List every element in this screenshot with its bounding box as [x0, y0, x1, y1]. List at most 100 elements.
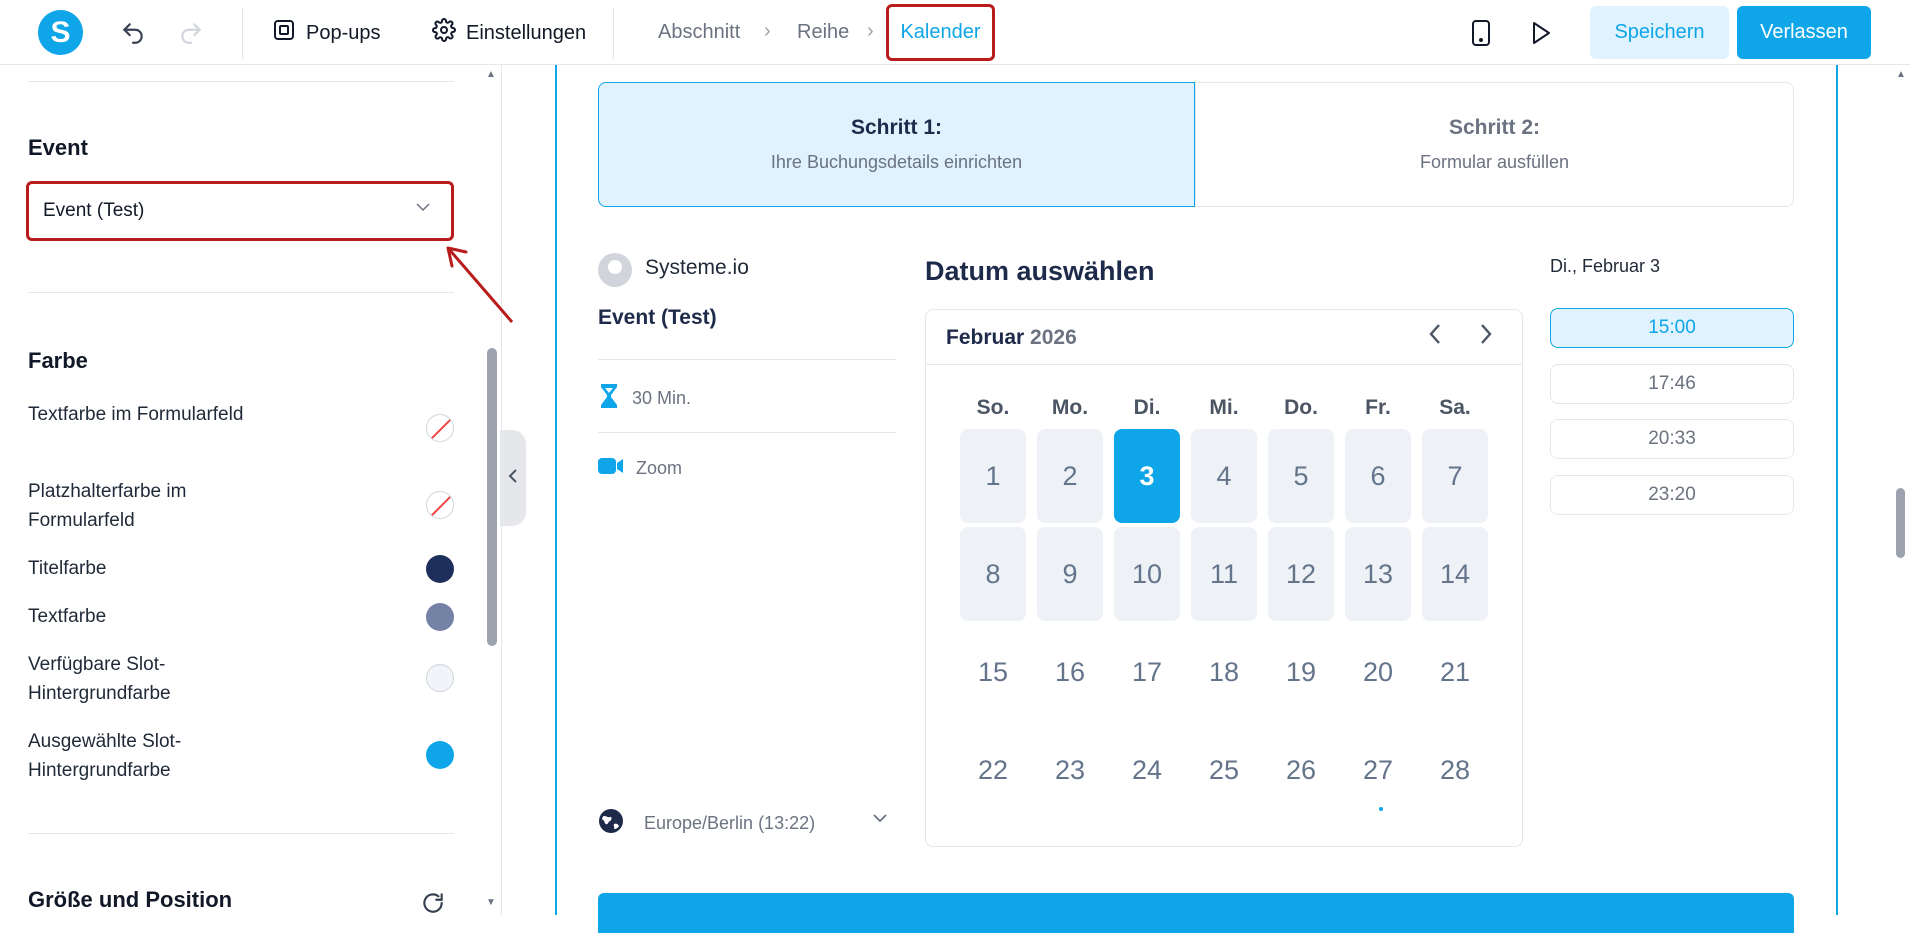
calendar-day: 26	[1285, 754, 1317, 785]
calendar-day: 20	[1362, 656, 1394, 687]
year-name: 2026	[1030, 326, 1077, 349]
color-row-title: Titelfarbe	[28, 554, 454, 583]
calendar-day[interactable]: 1	[960, 429, 1026, 523]
time-slot[interactable]: 23:20	[1550, 475, 1794, 515]
calendar-day: 22	[977, 754, 1009, 785]
step-2-card[interactable]: Schritt 2: Formular ausfüllen	[1195, 82, 1794, 207]
weekday-header: So.	[976, 396, 1010, 419]
divider	[28, 292, 454, 293]
time-slot[interactable]: 20:33	[1550, 419, 1794, 459]
color-row-available-slot: Verfügbare Slot-Hintergrundfarbe	[28, 650, 454, 708]
chevron-down-icon	[415, 199, 431, 217]
color-swatch-text[interactable]	[426, 603, 454, 631]
calendar-header: Februar 2026	[926, 310, 1522, 365]
event-name: Event (Test)	[598, 306, 717, 329]
color-label: Verfügbare Slot-Hintergrundfarbe	[28, 654, 171, 704]
calendar-day[interactable]: 2	[1037, 429, 1103, 523]
event-select[interactable]: Event (Test)	[26, 181, 454, 241]
scroll-up-icon[interactable]: ▲	[486, 69, 496, 80]
settings-sidebar: Event Event (Test) Farbe Textfarbe im Fo…	[0, 65, 502, 915]
calendar-day: 19	[1285, 656, 1317, 687]
next-step-button[interactable]	[598, 893, 1794, 933]
divider	[28, 81, 454, 82]
reset-icon[interactable]	[420, 890, 446, 921]
color-row-text: Textfarbe	[28, 602, 454, 631]
settings-label: Einstellungen	[466, 21, 587, 44]
settings-button[interactable]: Einstellungen	[432, 16, 586, 50]
scroll-up-icon[interactable]: ▲	[1896, 69, 1906, 80]
calendar-day: 25	[1208, 754, 1240, 785]
toolbar-divider	[613, 7, 614, 59]
color-section-title: Farbe	[28, 348, 88, 373]
color-swatch-empty[interactable]	[426, 491, 454, 519]
breadcrumb-row[interactable]: Reihe	[797, 21, 849, 44]
mobile-preview-icon[interactable]	[1466, 18, 1496, 48]
calendar-day[interactable]: 5	[1268, 429, 1334, 523]
calendar-month-label: Februar 2026	[946, 326, 1077, 350]
host-name: Systeme.io	[645, 256, 749, 279]
systeme-logo[interactable]: S	[38, 10, 83, 55]
leave-button[interactable]: Verlassen	[1737, 6, 1871, 59]
color-row-input-text: Textfarbe im Formularfeld	[28, 400, 454, 442]
event-select-value: Event (Test)	[43, 200, 145, 221]
host-avatar	[598, 253, 632, 287]
divider	[598, 432, 896, 433]
calendar-day[interactable]: 10	[1114, 527, 1180, 621]
timezone-select[interactable]: Europe/Berlin (13:22)	[598, 808, 898, 839]
color-swatch-title[interactable]	[426, 555, 454, 583]
calendar-day[interactable]: 4	[1191, 429, 1257, 523]
time-slot[interactable]: 17:46	[1550, 364, 1794, 404]
collapse-sidebar-handle[interactable]	[500, 430, 526, 526]
redo-icon[interactable]	[176, 18, 206, 48]
weekday-header: Mi.	[1209, 396, 1239, 419]
color-label: Textfarbe	[28, 606, 107, 627]
calendar-day[interactable]: 7	[1422, 429, 1488, 523]
event-section-title: Event	[28, 135, 88, 160]
color-label: Textfarbe im Formularfeld	[28, 404, 244, 425]
step-2-title: Schritt 2:	[1448, 116, 1540, 139]
color-row-placeholder: Platzhalterfarbe im Formularfeld	[28, 477, 454, 535]
month-name: Februar	[946, 326, 1025, 349]
popups-button[interactable]: Pop-ups	[272, 16, 381, 50]
save-button[interactable]: Speichern	[1590, 6, 1729, 59]
breadcrumb-calendar[interactable]: Kalender	[886, 4, 995, 61]
step-1-card[interactable]: Schritt 1: Ihre Buchungsdetails einricht…	[598, 82, 1195, 207]
zoom-video-icon	[598, 457, 624, 480]
breadcrumb-section[interactable]: Abschnitt	[658, 21, 740, 44]
duration-text: 30 Min.	[632, 388, 692, 408]
gear-icon	[432, 18, 456, 48]
calendar-day: 17	[1131, 656, 1163, 687]
time-slot-selected[interactable]: 15:00	[1550, 308, 1794, 348]
color-label: Platzhalterfarbe im Formularfeld	[28, 481, 187, 531]
calendar-day[interactable]: 9	[1037, 527, 1103, 621]
globe-icon	[598, 808, 624, 839]
toolbar-divider	[242, 7, 243, 59]
step-1-subtitle: Ihre Buchungsdetails einrichten	[770, 152, 1023, 172]
color-row-selected-slot: Ausgewählte Slot-Hintergrundfarbe	[28, 727, 454, 785]
calendar-day: 16	[1054, 656, 1086, 687]
sidebar-scroll-thumb[interactable]	[487, 348, 497, 646]
calendar-day[interactable]: 6	[1345, 429, 1411, 523]
prev-month-icon[interactable]	[1428, 322, 1442, 353]
color-swatch-available-slot[interactable]	[426, 664, 454, 692]
color-swatch-selected-slot[interactable]	[426, 741, 454, 769]
scroll-down-icon[interactable]: ▼	[486, 897, 496, 908]
play-preview-icon[interactable]	[1526, 18, 1556, 48]
chevron-right-icon: ›	[867, 20, 874, 42]
calendar-day[interactable]: 13	[1345, 527, 1411, 621]
color-label: Titelfarbe	[28, 558, 107, 579]
popups-label: Pop-ups	[306, 21, 381, 44]
calendar-day-selected[interactable]: 3	[1114, 429, 1180, 523]
divider	[598, 359, 896, 360]
calendar-day[interactable]: 12	[1268, 527, 1334, 621]
calendar-day[interactable]: 14	[1422, 527, 1488, 621]
weekday-header: Fr.	[1365, 396, 1391, 419]
calendar-day[interactable]: 11	[1191, 527, 1257, 621]
canvas-scroll-thumb[interactable]	[1896, 488, 1905, 558]
next-month-icon[interactable]	[1479, 322, 1493, 353]
calendar-day[interactable]: 8	[960, 527, 1026, 621]
undo-icon[interactable]	[118, 18, 148, 48]
calendar-day: 15	[977, 656, 1009, 687]
color-swatch-empty[interactable]	[426, 414, 454, 442]
calendar-day: 28	[1439, 754, 1471, 785]
